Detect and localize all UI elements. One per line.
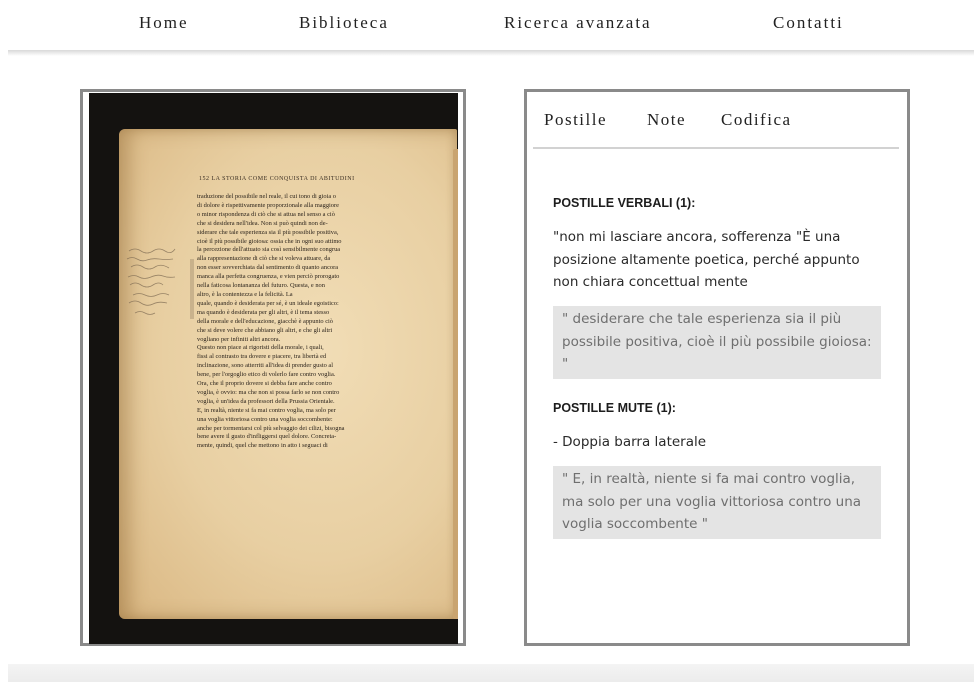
postille-mute-quote: " E, in realtà, niente si fa mai contro …	[553, 466, 881, 539]
tabs-divider	[533, 147, 899, 149]
nav-biblioteca-link[interactable]: Biblioteca	[299, 13, 389, 33]
page-body-text: traduzione del possibile nel reale, il c…	[197, 193, 345, 450]
postille-verbali-quote: " desiderare che tale esperienza sia il …	[553, 306, 881, 379]
book-page: 152 LA STORIA COME CONQUISTA DI ABITUDIN…	[119, 129, 458, 619]
tab-codifica[interactable]: Codifica	[721, 110, 792, 130]
postille-verbali-text: "non mi lasciare ancora, sofferenza "È u…	[553, 229, 860, 290]
nav-ricerca-avanzata-link[interactable]: Ricerca avanzata	[504, 13, 652, 33]
tab-postille[interactable]: Postille	[544, 110, 607, 130]
footer-bar	[8, 664, 974, 682]
scan-viewer: 152 LA STORIA COME CONQUISTA DI ABITUDIN…	[80, 89, 466, 646]
nav-contatti-link[interactable]: Contatti	[773, 13, 844, 33]
page-edge	[453, 149, 458, 619]
scan-image: 152 LA STORIA COME CONQUISTA DI ABITUDIN…	[89, 93, 458, 644]
handwritten-marginalia	[126, 248, 194, 319]
nav-home-link[interactable]: Home	[139, 13, 189, 33]
postille-mute-title: POSTILLE MUTE (1):	[553, 401, 676, 415]
page-running-header: 152 LA STORIA COME CONQUISTA DI ABITUDIN…	[199, 176, 355, 182]
top-navigation: Home Biblioteca Ricerca avanzata Contatt…	[0, 0, 974, 50]
panel-tabs: Postille Note Codifica	[527, 92, 907, 148]
nav-divider	[8, 50, 974, 56]
tab-note[interactable]: Note	[647, 110, 686, 130]
postille-verbali-title: POSTILLE VERBALI (1):	[553, 196, 696, 210]
annotation-panel: Postille Note Codifica POSTILLE VERBALI …	[524, 89, 910, 646]
postille-mute-text: - Doppia barra laterale	[553, 434, 707, 450]
